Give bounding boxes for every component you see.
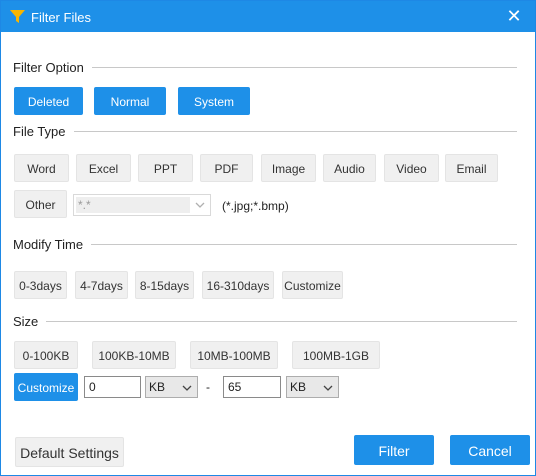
size-100kb-10mb-button[interactable]: 100KB-10MB xyxy=(92,341,176,369)
time-customize-button[interactable]: Customize xyxy=(282,271,343,299)
file-type-divider xyxy=(13,131,517,132)
funnel-icon xyxy=(10,10,25,23)
modify-time-label: Modify Time xyxy=(13,237,92,252)
file-pattern-value: *.* xyxy=(76,197,190,213)
cancel-button[interactable]: Cancel xyxy=(450,435,530,465)
size-max-unit-select[interactable]: KB xyxy=(286,376,339,398)
size-max-input[interactable]: 65 xyxy=(223,376,281,398)
file-pattern-hint: (*.jpg;*.bmp) xyxy=(222,199,289,213)
image-button[interactable]: Image xyxy=(261,154,316,182)
audio-button[interactable]: Audio xyxy=(323,154,376,182)
other-button[interactable]: Other xyxy=(14,190,67,218)
size-label: Size xyxy=(13,314,47,329)
size-min-unit-select[interactable]: KB xyxy=(145,376,198,398)
size-min-unit-value: KB xyxy=(149,380,166,394)
time-8-15days-button[interactable]: 8-15days xyxy=(135,271,194,299)
close-button[interactable]: ✕ xyxy=(503,6,525,26)
pdf-button[interactable]: PDF xyxy=(200,154,253,182)
chevron-down-icon xyxy=(195,202,205,208)
video-button[interactable]: Video xyxy=(384,154,439,182)
size-min-input[interactable]: 0 xyxy=(84,376,141,398)
size-10mb-100mb-button[interactable]: 10MB-100MB xyxy=(190,341,278,369)
excel-button[interactable]: Excel xyxy=(76,154,131,182)
filter-files-dialog: Filter Files ✕ Filter Option Deleted Nor… xyxy=(0,0,536,476)
filter-button[interactable]: Filter xyxy=(354,435,434,465)
time-4-7days-button[interactable]: 4-7days xyxy=(75,271,128,299)
size-divider xyxy=(13,321,517,322)
size-100mb-1gb-button[interactable]: 100MB-1GB xyxy=(292,341,380,369)
filter-option-label: Filter Option xyxy=(13,60,92,75)
ppt-button[interactable]: PPT xyxy=(138,154,193,182)
file-pattern-select[interactable]: *.* xyxy=(73,194,211,216)
window-title: Filter Files xyxy=(31,10,91,25)
size-range-separator: - xyxy=(206,380,210,394)
time-16-310days-button[interactable]: 16-310days xyxy=(202,271,274,299)
time-0-3days-button[interactable]: 0-3days xyxy=(14,271,67,299)
chevron-down-icon xyxy=(182,385,192,391)
size-customize-button[interactable]: Customize xyxy=(14,373,78,401)
size-0-100kb-button[interactable]: 0-100KB xyxy=(14,341,78,369)
system-button[interactable]: System xyxy=(178,87,250,115)
deleted-button[interactable]: Deleted xyxy=(14,87,83,115)
size-max-unit-value: KB xyxy=(290,380,307,394)
chevron-down-icon xyxy=(323,385,333,391)
email-button[interactable]: Email xyxy=(445,154,498,182)
normal-button[interactable]: Normal xyxy=(94,87,166,115)
title-bar: Filter Files ✕ xyxy=(1,1,535,32)
word-button[interactable]: Word xyxy=(14,154,69,182)
default-settings-button[interactable]: Default Settings xyxy=(15,437,124,467)
file-type-label: File Type xyxy=(13,124,74,139)
